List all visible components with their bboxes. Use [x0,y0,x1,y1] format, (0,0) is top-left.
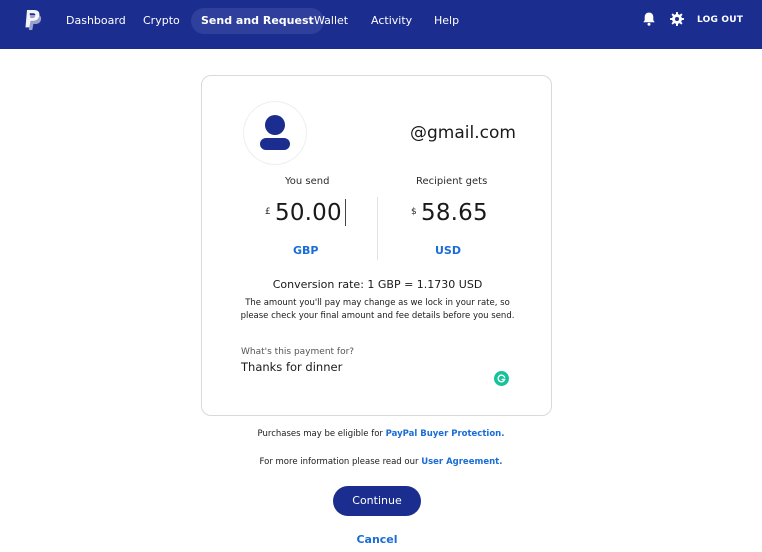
buyer-protection-info: Purchases may be eligible for PayPal Buy… [0,429,762,439]
paypal-logo-icon[interactable] [22,9,42,31]
payment-note-label: What's this payment for? [241,347,355,357]
nav-item-help[interactable]: Help [434,8,459,34]
user-icon [260,115,290,150]
buyer-protection-text: Purchases may be eligible for [257,429,386,439]
receive-currency-selector[interactable]: USD [435,244,461,257]
nav-item-activity[interactable]: Activity [371,8,412,34]
user-agreement-info: For more information please read our Use… [0,457,762,467]
user-agreement-text: For more information please read our [259,457,422,467]
receive-amount-input[interactable]: 58.65 [421,200,488,226]
top-nav-bar: Dashboard Crypto Send and Request Wallet… [0,0,762,49]
rate-disclaimer: The amount you'll pay may change as we l… [240,298,515,321]
nav-item-wallet[interactable]: Wallet [314,8,348,34]
grammarly-icon[interactable] [494,371,509,386]
nav-item-crypto[interactable]: Crypto [143,8,180,34]
send-currency-symbol: £ [265,207,271,217]
nav-item-dashboard[interactable]: Dashboard [66,8,126,34]
nav-item-send-and-request[interactable]: Send and Request [191,8,324,34]
receive-currency-symbol: $ [411,207,417,217]
payment-note-input[interactable]: Thanks for dinner [241,360,342,374]
logout-button[interactable]: LOG OUT [697,8,743,32]
conversion-rate: Conversion rate: 1 GBP = 1.1730 USD [272,278,483,291]
amount-divider [377,197,378,260]
gear-icon[interactable] [669,11,685,27]
send-money-card: @gmail.com You send Recipient gets £ 50.… [201,75,552,416]
recipient-avatar [244,102,306,164]
continue-button[interactable]: Continue [333,486,421,516]
buyer-protection-link[interactable]: PayPal Buyer Protection. [386,429,505,439]
recipient-email: @gmail.com [410,123,516,143]
you-send-label: You send [285,176,330,187]
user-agreement-link[interactable]: User Agreement. [421,457,502,467]
text-cursor [345,199,346,226]
send-currency-selector[interactable]: GBP [293,244,318,257]
bell-icon[interactable] [641,11,657,27]
cancel-link[interactable]: Cancel [0,533,754,546]
send-amount-input[interactable]: 50.00 [275,200,342,226]
recipient-gets-label: Recipient gets [416,176,488,187]
